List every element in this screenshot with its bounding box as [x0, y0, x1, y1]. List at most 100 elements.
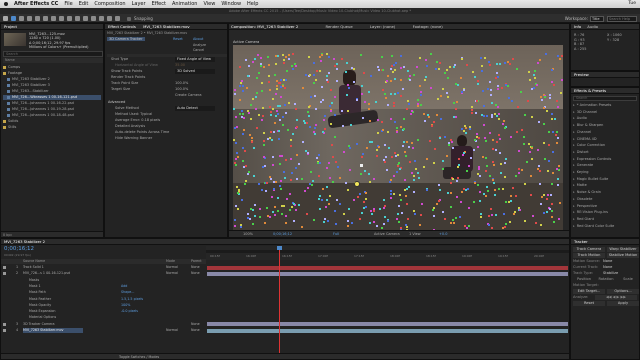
layer-mode[interactable]: Normal — [166, 265, 178, 270]
track-point[interactable] — [516, 130, 519, 133]
track-point[interactable] — [278, 81, 281, 84]
track-point[interactable] — [485, 185, 488, 188]
track-point[interactable] — [326, 198, 329, 201]
layer-parent[interactable]: None — [191, 265, 200, 270]
track-point[interactable] — [499, 137, 502, 140]
track-point[interactable] — [391, 71, 394, 74]
track-point[interactable] — [322, 119, 325, 122]
track-point[interactable] — [278, 138, 281, 141]
visibility-eye-icon[interactable] — [3, 304, 6, 307]
track-point[interactable] — [550, 203, 553, 206]
disclosure-triangle-icon[interactable]: ▸ — [573, 123, 575, 127]
solve-method-dropdown[interactable]: Auto Detect — [175, 106, 215, 111]
viewer-timecode[interactable]: 0;00;16;12 — [273, 231, 292, 238]
track-point[interactable] — [489, 131, 492, 134]
track-point[interactable] — [378, 208, 381, 211]
track-point[interactable] — [456, 196, 459, 199]
track-point[interactable] — [385, 80, 388, 83]
advanced-group[interactable]: Advanced — [108, 100, 125, 105]
track-point[interactable] — [533, 87, 536, 90]
track-point[interactable] — [275, 79, 278, 82]
track-point[interactable] — [493, 194, 496, 197]
track-point[interactable] — [442, 159, 445, 162]
track-point[interactable] — [489, 93, 492, 96]
track-point[interactable] — [445, 154, 448, 157]
track-point[interactable] — [340, 110, 343, 113]
track-point[interactable] — [491, 214, 494, 216]
visibility-eye-icon[interactable] — [3, 322, 6, 326]
layer-mode[interactable]: 1.5,1.5 pixels — [121, 297, 143, 302]
track-point[interactable] — [298, 163, 300, 166]
layer-mode[interactable]: -0.0 pixels — [121, 309, 138, 314]
track-point[interactable] — [443, 71, 446, 74]
track-point[interactable] — [375, 149, 378, 152]
layer-name[interactable]: Mask 1 — [23, 284, 83, 289]
track-point[interactable] — [253, 58, 256, 61]
selection-tool-icon[interactable] — [11, 16, 16, 21]
track-point[interactable] — [261, 90, 264, 93]
track-point[interactable] — [526, 161, 529, 164]
visibility-eye-icon[interactable] — [3, 285, 6, 288]
track-point[interactable] — [252, 174, 255, 177]
track-point[interactable] — [257, 72, 260, 75]
track-point[interactable] — [289, 158, 292, 161]
menu-layer[interactable]: Layer — [132, 1, 146, 7]
track-point[interactable] — [552, 150, 555, 153]
layer-name[interactable]: MVI_726...s 1 00-16-121.psd — [23, 271, 83, 276]
track-point[interactable] — [325, 206, 328, 209]
track-point[interactable] — [376, 224, 379, 227]
track-point[interactable] — [455, 107, 458, 110]
track-point[interactable] — [277, 113, 280, 116]
views-dropdown[interactable]: 1 View — [409, 231, 421, 238]
track-point[interactable] — [289, 209, 292, 212]
track-point[interactable] — [303, 189, 306, 192]
track-point[interactable] — [528, 150, 531, 153]
column-parent[interactable]: Parent — [191, 259, 202, 264]
pan-behind-tool-icon[interactable] — [51, 16, 56, 21]
track-point[interactable] — [252, 61, 255, 63]
track-point[interactable] — [264, 165, 267, 168]
track-point[interactable] — [494, 103, 497, 106]
track-point[interactable] — [399, 199, 402, 202]
track-point[interactable] — [238, 188, 241, 191]
search-help-input[interactable]: Search Help — [607, 15, 637, 22]
track-point[interactable] — [450, 192, 453, 195]
column-mode[interactable]: Mode — [166, 259, 175, 264]
track-point[interactable] — [482, 89, 485, 92]
track-point[interactable] — [308, 56, 311, 59]
track-point[interactable] — [385, 156, 388, 159]
track-point[interactable] — [327, 203, 330, 206]
disclosure-triangle-icon[interactable]: ▸ — [573, 183, 575, 187]
track-point[interactable] — [289, 179, 292, 182]
track-point[interactable] — [417, 177, 420, 180]
track-point[interactable] — [481, 155, 484, 158]
track-point[interactable] — [556, 142, 559, 145]
layer-duration-bar[interactable] — [207, 322, 568, 327]
track-point[interactable] — [329, 110, 332, 113]
track-point[interactable] — [240, 223, 243, 226]
track-point[interactable] — [276, 210, 279, 213]
track-point[interactable] — [240, 199, 243, 202]
track-point[interactable] — [550, 113, 553, 116]
track-point[interactable] — [407, 186, 410, 189]
track-point[interactable] — [261, 118, 264, 121]
track-point[interactable] — [477, 83, 480, 86]
layer-parent[interactable]: None — [191, 328, 200, 333]
track-point[interactable] — [293, 103, 296, 106]
track-point[interactable] — [495, 213, 498, 216]
track-point[interactable] — [248, 64, 251, 67]
track-point[interactable] — [398, 204, 401, 207]
track-point[interactable] — [349, 168, 352, 171]
track-point[interactable] — [241, 132, 244, 135]
track-point[interactable] — [253, 147, 256, 150]
track-point[interactable] — [479, 200, 482, 202]
track-point[interactable] — [447, 76, 450, 79]
track-point[interactable] — [233, 218, 236, 221]
track-point[interactable] — [538, 58, 541, 61]
track-point[interactable] — [398, 193, 401, 196]
track-point[interactable] — [431, 209, 434, 212]
track-point[interactable] — [287, 129, 290, 132]
track-point[interactable] — [283, 177, 286, 180]
track-point[interactable] — [331, 180, 334, 183]
project-item[interactable]: MVI_726...Johannes 1 00-18-48.psd — [3, 113, 101, 118]
